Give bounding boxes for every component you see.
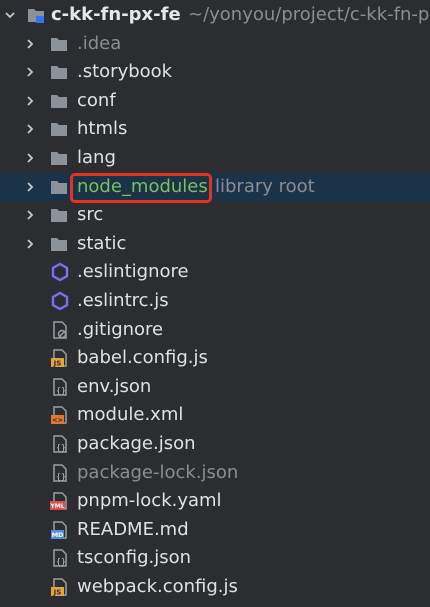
tree-file-eslintrc[interactable]: .eslintrc.js <box>0 287 430 316</box>
project-root-row[interactable]: c-kk-fn-px-fe ~/yonyou/project/c-kk-fn-p <box>0 1 430 30</box>
folder-icon <box>49 119 69 139</box>
tree-item-label: src <box>77 204 104 226</box>
tree-item-label: package-lock.json <box>77 461 239 483</box>
eslint-icon <box>50 291 70 311</box>
tree-folder-htmls[interactable]: htmls <box>0 115 430 144</box>
chevron-right-icon[interactable] <box>23 37 37 51</box>
tree-folder-src[interactable]: src <box>0 201 430 230</box>
folder-icon <box>49 34 69 54</box>
json-file-icon: {} <box>50 463 70 483</box>
chevron-right-icon[interactable] <box>23 151 37 165</box>
chevron-right-icon[interactable] <box>23 65 37 79</box>
tree-item-label: webpack.config.js <box>77 575 238 597</box>
svg-text:{}: {} <box>56 557 66 566</box>
tree-item-label: env.json <box>77 375 152 397</box>
tree-file-eslintignore[interactable]: .eslintignore <box>0 258 430 287</box>
folder-icon <box>49 148 69 168</box>
project-tree: c-kk-fn-px-fe ~/yonyou/project/c-kk-fn-p… <box>0 0 430 607</box>
tree-folder-lang[interactable]: lang <box>0 144 430 173</box>
tree-file-package-json[interactable]: {} package.json <box>0 430 430 459</box>
json-file-icon: {} <box>50 377 70 397</box>
tree-file-env-json[interactable]: {} env.json <box>0 373 430 402</box>
tree-item-label: .storybook <box>77 61 173 83</box>
tree-item-label: lang <box>77 146 116 168</box>
tree-item-label: static <box>77 232 127 254</box>
library-root-hint: library root <box>215 175 315 197</box>
tree-folder-node-modules[interactable]: node_modules library root <box>0 172 430 202</box>
chevron-right-icon[interactable] <box>23 180 37 194</box>
tree-item-label: .idea <box>77 32 122 54</box>
svg-text:{}: {} <box>56 472 66 481</box>
svg-text:MD: MD <box>52 531 64 539</box>
tree-item-label: README.md <box>77 518 189 540</box>
js-file-icon: JS <box>50 577 70 597</box>
chevron-right-icon[interactable] <box>23 122 37 136</box>
json-file-icon: {} <box>50 548 70 568</box>
folder-icon <box>49 234 69 254</box>
svg-text:JS: JS <box>53 360 62 368</box>
tree-file-gitignore[interactable]: .gitignore <box>0 316 430 345</box>
tree-folder-conf[interactable]: conf <box>0 87 430 116</box>
json-file-icon: {} <box>50 434 70 454</box>
tree-item-label: .gitignore <box>77 318 164 340</box>
xml-file-icon: <> <box>50 405 70 425</box>
folder-icon <box>49 177 69 197</box>
eslint-icon <box>50 262 70 282</box>
tree-file-package-lock[interactable]: {} package-lock.json <box>0 459 430 488</box>
tree-file-babel-config[interactable]: JS babel.config.js <box>0 344 430 373</box>
chevron-down-icon[interactable] <box>3 8 17 22</box>
tree-item-label: .eslintignore <box>77 261 189 283</box>
tree-file-module-xml[interactable]: <> module.xml <box>0 401 430 430</box>
tree-item-label: tsconfig.json <box>77 547 192 569</box>
svg-text:{}: {} <box>56 386 66 395</box>
chevron-right-icon[interactable] <box>23 94 37 108</box>
tree-item-label: pnpm-lock.yaml <box>77 490 222 512</box>
svg-text:{}: {} <box>56 443 66 452</box>
tree-folder-idea[interactable]: .idea <box>0 30 430 59</box>
tree-item-label: babel.config.js <box>77 347 208 369</box>
svg-text:YML: YML <box>50 503 65 510</box>
tree-file-tsconfig[interactable]: {} tsconfig.json <box>0 544 430 573</box>
folder-icon <box>49 205 69 225</box>
tree-item-label: conf <box>77 89 116 111</box>
highlight-annotation-box <box>70 173 212 203</box>
chevron-right-icon[interactable] <box>23 237 37 251</box>
svg-text:<>: <> <box>52 416 63 424</box>
chevron-right-icon[interactable] <box>23 208 37 222</box>
project-root-path: ~/yonyou/project/c-kk-fn-p <box>188 4 430 25</box>
ignore-file-icon <box>50 320 70 340</box>
project-root-name: c-kk-fn-px-fe <box>51 4 181 25</box>
folder-icon <box>49 62 69 82</box>
tree-folder-storybook[interactable]: .storybook <box>0 58 430 87</box>
folder-icon <box>49 91 69 111</box>
module-folder-icon <box>26 5 46 25</box>
tree-folder-static[interactable]: static <box>0 230 430 259</box>
tree-item-label: .eslintrc.js <box>77 289 169 311</box>
tree-file-readme[interactable]: MD README.md <box>0 516 430 545</box>
tree-file-webpack-config[interactable]: JS webpack.config.js <box>0 573 430 602</box>
markdown-file-icon: MD <box>50 520 70 540</box>
tree-item-label: htmls <box>77 118 128 140</box>
tree-file-pnpm-lock[interactable]: YML pnpm-lock.yaml <box>0 487 430 516</box>
svg-text:JS: JS <box>53 588 62 596</box>
yaml-file-icon: YML <box>49 491 70 511</box>
js-file-icon: JS <box>50 348 70 368</box>
tree-item-label: module.xml <box>77 404 184 426</box>
tree-item-label: package.json <box>77 432 196 454</box>
